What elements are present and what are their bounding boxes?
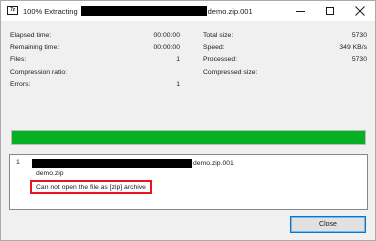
stat-value: 5730 — [351, 56, 367, 64]
stat-label: Files: — [10, 56, 27, 64]
messages-list[interactable]: 1 demo.zip.001 demo.zip Can not open the… — [9, 154, 368, 210]
close-button-label: Close — [319, 221, 337, 228]
stat-remaining-time: Remaining time: 00:00:00 — [10, 42, 180, 54]
maximize-icon — [326, 7, 334, 15]
progress-bar — [11, 130, 366, 145]
redacted-path — [80, 6, 207, 16]
progress-fill — [12, 131, 365, 144]
stat-files: Files: 1 — [10, 54, 180, 66]
redacted-path — [32, 159, 192, 168]
title-suffix: demo.zip.001 — [207, 6, 253, 16]
extraction-dialog: 7z 100% Extracting demo.zip.001 Elapsed … — [0, 0, 376, 241]
stat-label: Errors: — [10, 80, 31, 88]
title-prefix: 100% Extracting — [23, 6, 78, 16]
stat-label: Elapsed time: — [10, 32, 52, 39]
stat-speed: Speed: 349 KB/s — [203, 42, 367, 54]
error-message-highlight: Can not open the file as [zip] archive — [30, 180, 152, 194]
minimize-button[interactable] — [285, 1, 315, 21]
stat-value: 5730 — [351, 32, 367, 39]
stat-value: 1 — [176, 56, 180, 64]
stat-compressed-size: Compressed size: — [203, 67, 367, 79]
stat-compression-ratio: Compression ratio: — [10, 67, 180, 79]
minimize-icon — [295, 10, 305, 12]
stat-label: Compressed size: — [203, 68, 258, 76]
stat-processed: Processed: 5730 — [203, 54, 367, 66]
stat-value: 349 KB/s — [339, 44, 367, 52]
stat-label: Processed: — [203, 56, 238, 64]
close-button[interactable]: Close — [290, 216, 366, 233]
stats-left-panel: Elapsed time: 00:00:00 Remaining time: 0… — [10, 30, 180, 91]
stat-value: 00:00:00 — [153, 44, 180, 52]
stat-label: Total size: — [203, 32, 234, 39]
maximize-button[interactable] — [315, 1, 345, 21]
stats-right-panel: Total size: 5730 Speed: 349 KB/s Process… — [203, 30, 367, 79]
error-message: Can not open the file as [zip] archive — [36, 183, 146, 191]
close-window-button[interactable] — [345, 1, 375, 21]
stat-value: 1 — [176, 80, 180, 88]
message-inner-file: demo.zip — [36, 170, 64, 177]
stat-label: Remaining time: — [10, 44, 60, 52]
stat-label: Speed: — [203, 44, 225, 52]
archive-name: demo.zip.001 — [193, 160, 234, 167]
message-index: 1 — [16, 159, 20, 166]
stat-value: 00:00:00 — [153, 32, 180, 39]
stat-total-size: Total size: 5730 — [203, 30, 367, 42]
close-icon — [355, 6, 365, 16]
message-archive-path: demo.zip.001 — [32, 159, 234, 168]
stat-label: Compression ratio: — [10, 68, 68, 76]
window-title: 100% Extracting demo.zip.001 — [23, 6, 253, 16]
stat-elapsed-time: Elapsed time: 00:00:00 — [10, 30, 180, 42]
stat-errors: Errors: 1 — [10, 79, 180, 91]
title-bar[interactable]: 7z 100% Extracting demo.zip.001 — [1, 1, 375, 21]
7zip-app-icon: 7z — [7, 6, 18, 15]
